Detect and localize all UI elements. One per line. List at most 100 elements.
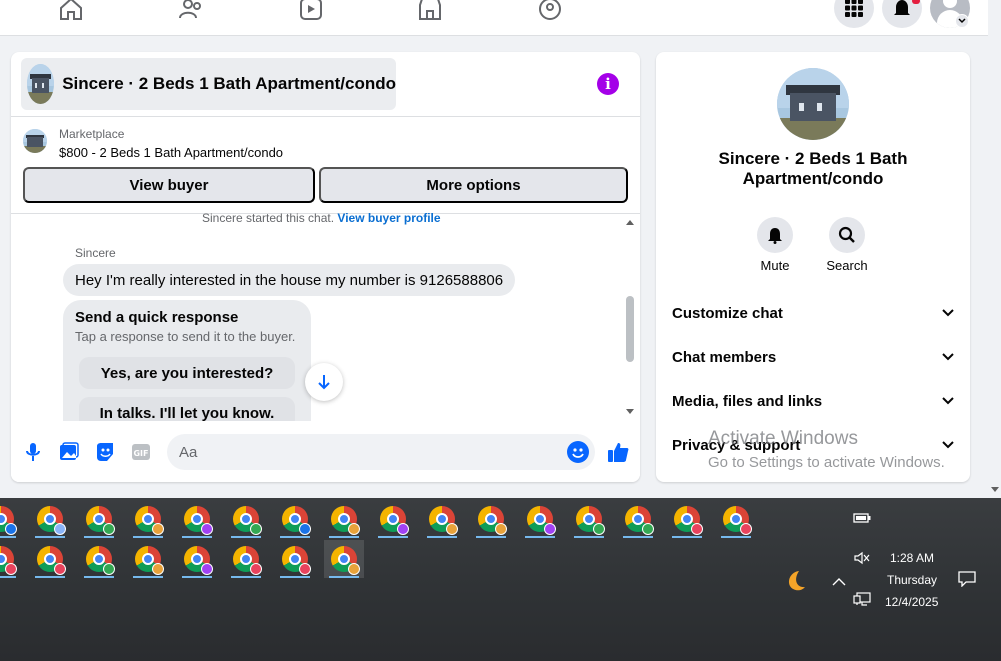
scroll-down-icon[interactable] (305, 363, 343, 401)
search-button[interactable]: Search (817, 217, 877, 273)
chrome-icon (135, 506, 164, 535)
chrome-taskbar-icon[interactable] (667, 500, 707, 538)
photo-icon[interactable] (58, 441, 80, 463)
sticker-icon[interactable] (94, 441, 116, 463)
chrome-taskbar-icon[interactable] (716, 500, 756, 538)
chrome-taskbar-icon[interactable] (30, 500, 70, 538)
marketplace-icon[interactable] (415, 0, 445, 24)
media-files-links-section[interactable]: Media, files and links (672, 386, 954, 416)
video-icon[interactable] (296, 0, 326, 24)
watermark-title: Activate Windows (708, 428, 858, 449)
chrome-taskbar-icon[interactable] (79, 500, 119, 538)
more-options-button[interactable]: More options (319, 167, 628, 203)
chrome-taskbar-icon[interactable] (618, 500, 658, 538)
microphone-icon[interactable] (22, 441, 44, 463)
chrome-icon (282, 546, 311, 575)
chrome-taskbar-icon[interactable] (324, 500, 364, 538)
chevron-down-icon (942, 397, 954, 405)
menu-grid-icon[interactable] (834, 0, 874, 28)
chrome-icon (184, 546, 213, 575)
home-icon[interactable] (56, 0, 86, 24)
chrome-taskbar-icon[interactable] (471, 500, 511, 538)
like-icon[interactable] (607, 441, 629, 463)
info-icon[interactable]: i (597, 73, 619, 95)
chrome-icon (0, 506, 17, 535)
chrome-icon (233, 506, 262, 535)
chrome-taskbar-icon[interactable] (128, 540, 168, 578)
message-input[interactable] (179, 442, 539, 462)
show-hidden-icons[interactable] (832, 574, 846, 592)
marketplace-thumbnail[interactable] (23, 129, 47, 153)
friends-icon[interactable] (176, 0, 206, 24)
moon-icon[interactable] (782, 568, 808, 599)
quick-response-title: Send a quick response (75, 309, 239, 326)
chat-members-section[interactable]: Chat members (672, 342, 954, 372)
page-scrollbar[interactable] (988, 0, 1001, 498)
activation-watermark: Activate Windows Go to Settings to activ… (708, 428, 945, 471)
chat-title: Sincere · 2 Beds 1 Bath Apartment/condo (62, 74, 396, 93)
notification-badge (912, 0, 920, 4)
network-icon[interactable] (853, 592, 871, 611)
message-bubble[interactable]: Hey I'm really interested in the house m… (63, 264, 516, 296)
gif-icon[interactable]: GIF (130, 441, 152, 463)
chevron-down-icon (942, 353, 954, 361)
chevron-down-icon[interactable] (955, 14, 969, 28)
listing-photo (777, 68, 849, 140)
listing-price[interactable]: $800 - 2 Beds 1 Bath Apartment/condo (59, 145, 283, 160)
chrome-icon (380, 506, 409, 535)
chrome-taskbar-icon[interactable] (226, 540, 266, 578)
groups-icon[interactable] (535, 0, 565, 24)
top-navigation (0, 0, 988, 36)
chat-header[interactable]: Sincere · 2 Beds 1 Bath Apartment/condo (21, 58, 396, 110)
chrome-taskbar-icon[interactable] (226, 500, 266, 538)
chrome-taskbar-icon[interactable] (275, 500, 315, 538)
clock-date[interactable]: 12/4/2025 (885, 595, 938, 609)
notifications-icon[interactable] (882, 0, 922, 28)
chrome-taskbar-icon[interactable] (0, 500, 21, 538)
chat-started-notice: Sincere started this chat. View buyer pr… (202, 211, 441, 225)
battery-icon[interactable] (853, 511, 871, 529)
customize-chat-section[interactable]: Customize chat (672, 298, 954, 328)
message-composer (167, 434, 595, 470)
chrome-icon (184, 506, 213, 535)
mute-label: Mute (760, 258, 790, 273)
chrome-icon (86, 546, 115, 575)
info-title: Sincere · 2 Beds 1 Bath Apartment/condo (718, 149, 908, 188)
notification-center-icon[interactable] (958, 571, 976, 592)
chrome-taskbar-icon[interactable] (0, 540, 21, 578)
quick-response-card: Send a quick response Tap a response to … (63, 300, 311, 440)
search-icon (829, 217, 865, 253)
emoji-icon[interactable] (567, 441, 589, 463)
chrome-taskbar-icon[interactable] (275, 540, 315, 578)
section-label: Customize chat (672, 304, 783, 322)
chrome-icon (135, 546, 164, 575)
chrome-icon (723, 506, 752, 535)
chrome-taskbar-icon[interactable] (177, 500, 217, 538)
chrome-taskbar-icon[interactable] (30, 540, 70, 578)
chrome-taskbar-icon[interactable] (128, 500, 168, 538)
chrome-taskbar-icon[interactable] (79, 540, 119, 578)
chrome-icon (478, 506, 507, 535)
watermark-subtitle: Go to Settings to activate Windows. (708, 454, 945, 471)
windows-taskbar: 1:28 AM Thursday 12/4/2025 (0, 498, 1001, 661)
chrome-icon (282, 506, 311, 535)
chrome-icon (331, 546, 360, 575)
chrome-taskbar-icon[interactable] (177, 540, 217, 578)
chrome-taskbar-icon[interactable] (324, 540, 364, 578)
clock-day[interactable]: Thursday (887, 573, 937, 587)
scrollbar-thumb[interactable] (626, 296, 634, 362)
mute-button[interactable]: Mute (745, 217, 805, 273)
volume-muted-icon[interactable] (854, 551, 870, 570)
chrome-icon (37, 506, 66, 535)
chrome-taskbar-icon[interactable] (373, 500, 413, 538)
quick-response-option[interactable]: Yes, are you interested? (79, 357, 295, 389)
bell-icon (757, 217, 793, 253)
clock-time[interactable]: 1:28 AM (890, 551, 934, 565)
message-scrollbar[interactable] (623, 216, 635, 420)
chrome-taskbar-icon[interactable] (422, 500, 462, 538)
section-label: Media, files and links (672, 392, 823, 410)
view-buyer-button[interactable]: View buyer (23, 167, 315, 203)
chrome-taskbar-icon[interactable] (569, 500, 609, 538)
view-buyer-profile-link[interactable]: View buyer profile (337, 211, 440, 225)
chrome-taskbar-icon[interactable] (520, 500, 560, 538)
